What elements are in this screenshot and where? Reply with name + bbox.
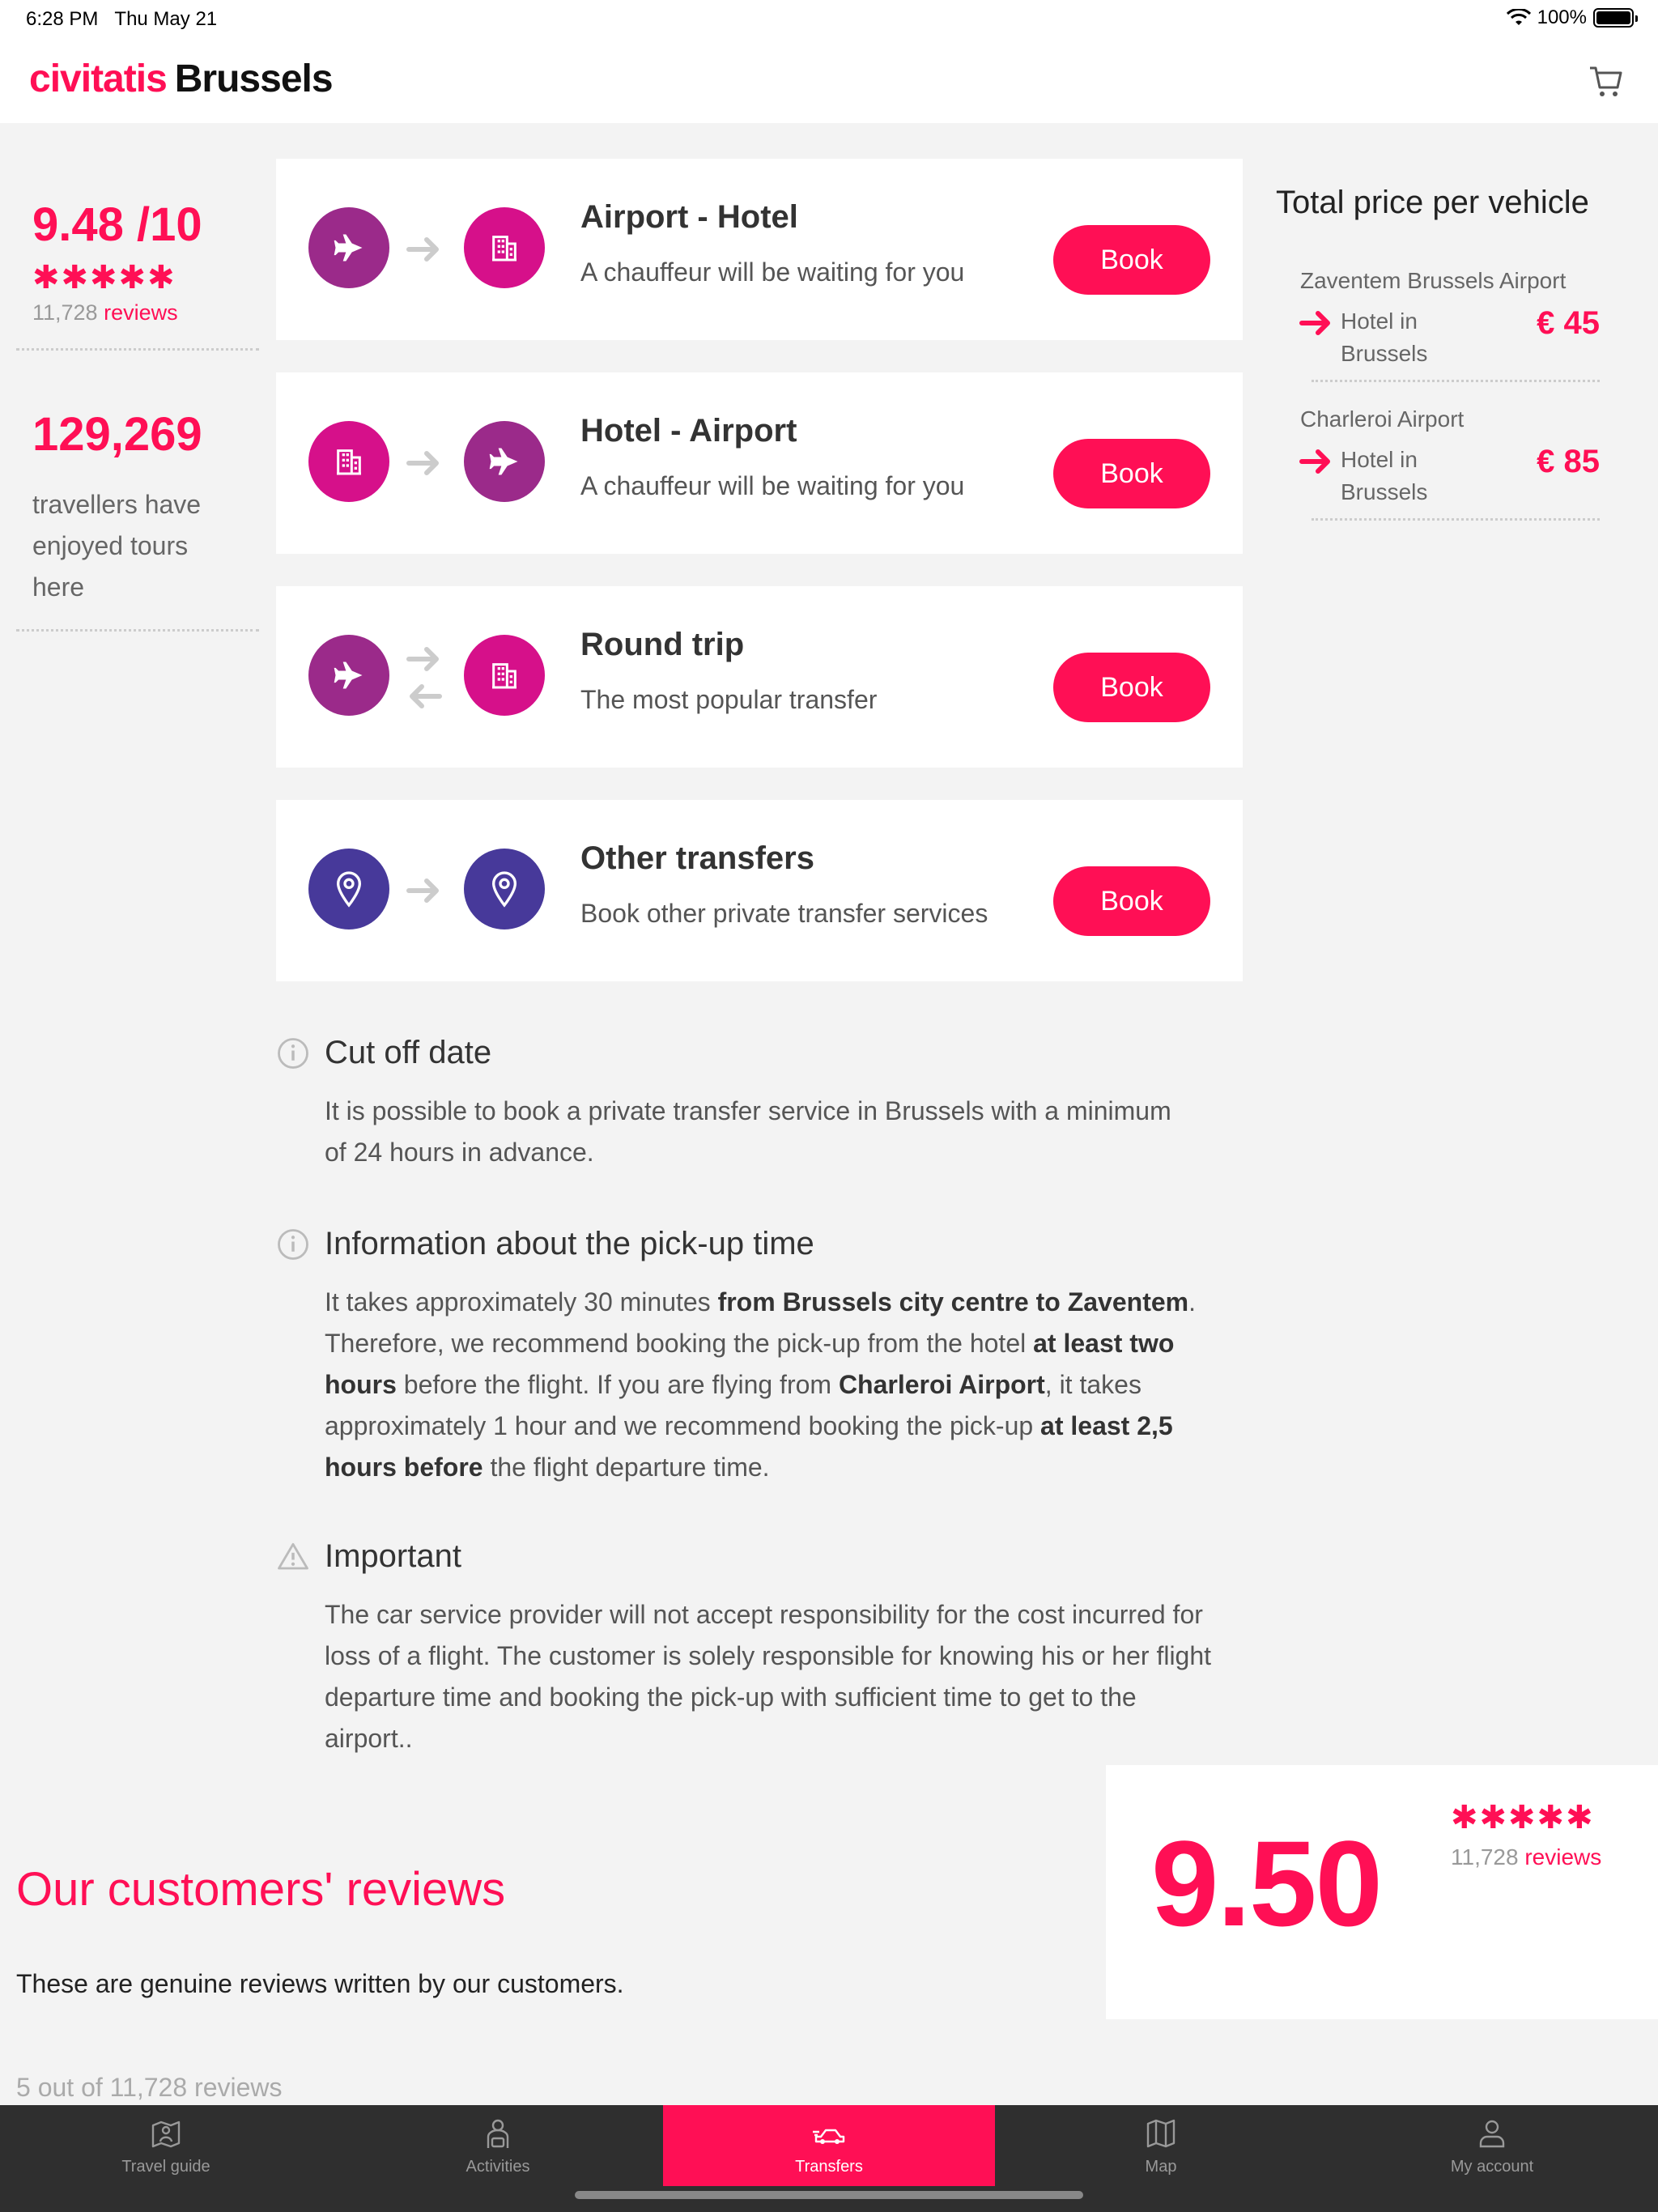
reviews-title: Our customers' reviews xyxy=(16,1863,506,1916)
transfer-subtitle: A chauffeur will be waiting for you xyxy=(580,257,965,287)
stats-panel: 9.48 /10 ✱✱✱✱✱ 11,728 reviews 129,269 tr… xyxy=(16,154,259,632)
transfer-title: Airport - Hotel xyxy=(580,199,798,235)
price-panel-title: Total price per vehicle xyxy=(1276,185,1589,220)
book-button-airport-hotel[interactable]: Book xyxy=(1053,225,1210,295)
section-title: Cut off date xyxy=(325,1035,492,1070)
location-pin-icon xyxy=(464,849,545,929)
civitatis-logo[interactable]: civitatis xyxy=(29,57,168,100)
tab-label: Activities xyxy=(466,2157,530,2176)
transfer-subtitle: The most popular transfer xyxy=(580,685,878,714)
cutoff-section: Cut off date It is possible to book a pr… xyxy=(276,1035,1248,1173)
section-title: Important xyxy=(325,1538,461,1574)
section-text: The car service provider will not accept… xyxy=(325,1600,1212,1753)
route-destination: Hotel in Brussels xyxy=(1341,447,1428,504)
transfer-subtitle: Book other private transfer services xyxy=(580,899,988,928)
info-icon xyxy=(278,1228,308,1260)
price-panel: Total price per vehicle Zaventem Brussel… xyxy=(1276,185,1632,521)
map-person-icon xyxy=(151,2121,181,2147)
brand-title: civitatis Brussels xyxy=(29,57,334,101)
transfer-title: Round trip xyxy=(580,627,745,662)
tab-my-account[interactable]: My account xyxy=(1326,2105,1658,2186)
map-icon xyxy=(1146,2119,1175,2147)
arrow-right-icon xyxy=(1299,311,1330,335)
hotel-icon xyxy=(308,421,389,502)
status-bar: 6:28 PM Thu May 21 100% xyxy=(0,0,1658,39)
divider xyxy=(1312,380,1600,382)
transfer-card-hotel-airport: Hotel - Airport A chauffeur will be wait… xyxy=(276,372,1243,554)
divider xyxy=(1312,518,1600,521)
book-button-round-trip[interactable]: Book xyxy=(1053,653,1210,722)
transfer-title: Hotel - Airport xyxy=(580,413,797,449)
review-score: 9.50 xyxy=(1151,1815,1383,1951)
tab-map[interactable]: Map xyxy=(995,2105,1327,2186)
city-title: Brussels xyxy=(174,57,334,100)
reviews-count-line: 11,728 reviews xyxy=(1451,1844,1602,1870)
route-price: € 85 xyxy=(1537,444,1600,479)
rating-stars: ✱✱✱✱✱ xyxy=(32,260,176,296)
app-header: civitatis Brussels xyxy=(0,39,1658,123)
route-price: € 45 xyxy=(1537,305,1600,341)
battery-icon xyxy=(1593,8,1638,28)
hotel-icon xyxy=(464,207,545,288)
price-row: Hotel in Brussels € 45 xyxy=(1276,305,1632,380)
travellers-text: travellers have enjoyed tours here xyxy=(32,490,202,602)
tab-label: Map xyxy=(1145,2157,1177,2176)
reviews-link[interactable]: reviews xyxy=(1524,1844,1601,1870)
price-row: Hotel in Brussels € 85 xyxy=(1276,444,1632,518)
reviews-count-text: 5 out of 11,728 reviews xyxy=(16,2073,283,2102)
book-button-other[interactable]: Book xyxy=(1053,866,1210,936)
tab-label: Transfers xyxy=(795,2157,863,2176)
battery-percent: 100% xyxy=(1537,6,1587,28)
plane-icon xyxy=(308,635,389,716)
reviews-count-line: 11,728 reviews xyxy=(32,300,178,325)
guide-icon xyxy=(487,2119,509,2148)
plane-icon xyxy=(308,207,389,288)
cart-icon[interactable] xyxy=(1587,62,1626,100)
transfer-card-round-trip: Round trip The most popular transfer Boo… xyxy=(276,586,1243,768)
transfer-card-other: Other transfers Book other private trans… xyxy=(276,800,1243,981)
transfer-card-airport-hotel: Airport - Hotel A chauffeur will be wait… xyxy=(276,159,1243,340)
travellers-count: 129,269 xyxy=(32,408,202,461)
tab-transfers[interactable]: Transfers xyxy=(663,2105,995,2186)
tab-label: My account xyxy=(1450,2157,1534,2176)
wifi-icon xyxy=(1506,9,1531,25)
section-text: It is possible to book a private transfe… xyxy=(325,1096,1171,1167)
section-text: It takes approximately 30 minutes from B… xyxy=(325,1287,1196,1482)
reviews-link[interactable]: reviews xyxy=(104,300,178,325)
book-button-hotel-airport[interactable]: Book xyxy=(1053,439,1210,508)
transfer-title: Other transfers xyxy=(580,840,814,876)
important-section: Important The car service provider will … xyxy=(276,1538,1248,1759)
warning-icon xyxy=(278,1542,308,1569)
user-icon xyxy=(1479,2120,1505,2147)
rating-stars: ✱✱✱✱✱ xyxy=(1451,1800,1595,1836)
tab-travel-guide[interactable]: Travel guide xyxy=(0,2105,332,2186)
plane-icon xyxy=(464,421,545,502)
transfer-subtitle: A chauffeur will be waiting for you xyxy=(580,471,965,500)
tab-label: Travel guide xyxy=(121,2157,210,2176)
arrow-right-icon xyxy=(1299,449,1330,474)
arrow-right-icon xyxy=(406,237,439,262)
info-icon xyxy=(278,1037,308,1069)
reviews-subtitle: These are genuine reviews written by our… xyxy=(16,1969,624,1998)
section-title: Information about the pick-up time xyxy=(325,1226,814,1261)
pickup-section: Information about the pick-up time It ta… xyxy=(276,1226,1248,1488)
arrow-right-icon xyxy=(406,878,439,903)
status-time: 6:28 PM Thu May 21 xyxy=(26,8,218,30)
route-origin: Zaventem Brussels Airport xyxy=(1300,268,1567,293)
divider xyxy=(16,629,259,632)
route-origin: Charleroi Airport xyxy=(1300,406,1465,432)
location-pin-icon xyxy=(308,849,389,929)
tab-activities[interactable]: Activities xyxy=(332,2105,664,2186)
home-indicator[interactable] xyxy=(575,2191,1083,2199)
route-destination: Hotel in Brussels xyxy=(1341,308,1428,366)
status-right: 100% xyxy=(1506,6,1638,29)
hotel-icon xyxy=(464,635,545,716)
car-icon xyxy=(813,2129,845,2144)
swap-arrows-icon xyxy=(406,647,442,708)
divider xyxy=(16,348,259,351)
arrow-right-icon xyxy=(406,451,439,475)
score-box: 9.50 ✱✱✱✱✱ 11,728 reviews xyxy=(1106,1765,1658,2019)
overall-rating: 9.48 /10 xyxy=(32,198,202,251)
